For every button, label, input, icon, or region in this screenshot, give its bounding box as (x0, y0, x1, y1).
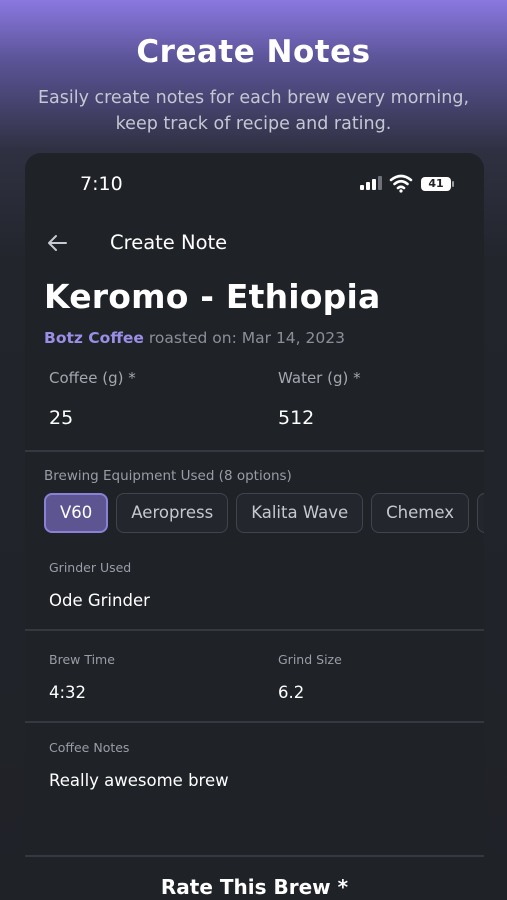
promo-subtitle: Easily create notes for each brew every … (20, 85, 487, 137)
coffee-notes-input[interactable]: Really awesome brew (49, 771, 229, 790)
grind-size-input[interactable]: 6.2 (278, 683, 304, 702)
promo-subtitle-line-2: keep track of recipe and rating. (115, 114, 392, 134)
promo-subtitle-line-1: Easily create notes for each brew every … (37, 88, 470, 108)
rate-brew-title: Rate This Brew * (160, 875, 349, 899)
roaster-name[interactable]: Botz Coffee (44, 329, 144, 347)
water-grams-label: Water (g) * (278, 369, 361, 387)
divider (25, 450, 484, 452)
brew-time-input[interactable]: 4:32 (49, 683, 86, 702)
status-time: 7:10 (80, 173, 123, 195)
equipment-chip-chemex[interactable]: Chemex (371, 493, 469, 533)
coffee-grams-label: Coffee (g) * (49, 369, 136, 387)
equipment-chip-more[interactable] (476, 493, 484, 533)
equipment-chip-aeropress[interactable]: Aeropress (116, 493, 229, 533)
wifi-icon (389, 174, 413, 193)
roast-date: roasted on: Mar 14, 2023 (148, 329, 345, 347)
page-title: Create Note (110, 231, 228, 254)
equipment-chip-kalita-wave[interactable]: Kalita Wave (236, 493, 364, 533)
grinder-input[interactable]: Ode Grinder (49, 591, 150, 610)
divider (25, 629, 484, 631)
battery-icon: 41 (421, 177, 454, 191)
coffee-notes-label: Coffee Notes (49, 740, 130, 755)
status-bar: 7:10 41 (25, 153, 484, 213)
promo-title: Create Notes (136, 34, 371, 70)
equipment-chip-v60[interactable]: V60 (44, 493, 109, 533)
divider (25, 855, 484, 857)
cellular-signal-icon (360, 176, 382, 190)
coffee-name: Keromo - Ethiopia (44, 277, 381, 316)
back-arrow-icon[interactable] (45, 231, 69, 255)
grinder-label: Grinder Used (49, 560, 132, 575)
roaster-line: Botz Coffee roasted on: Mar 14, 2023 (44, 329, 345, 347)
equipment-chip-list: V60 Aeropress Kalita Wave Chemex (44, 493, 484, 533)
coffee-grams-input[interactable]: 25 (49, 407, 73, 429)
equipment-label: Brewing Equipment Used (8 options) (44, 468, 292, 484)
water-grams-input[interactable]: 512 (278, 407, 314, 429)
phone-screen: 7:10 41 Create Note Keromo - Ethiopia Bo… (25, 153, 484, 900)
grind-size-label: Grind Size (278, 652, 342, 667)
brew-time-label: Brew Time (49, 652, 115, 667)
divider (25, 721, 484, 723)
